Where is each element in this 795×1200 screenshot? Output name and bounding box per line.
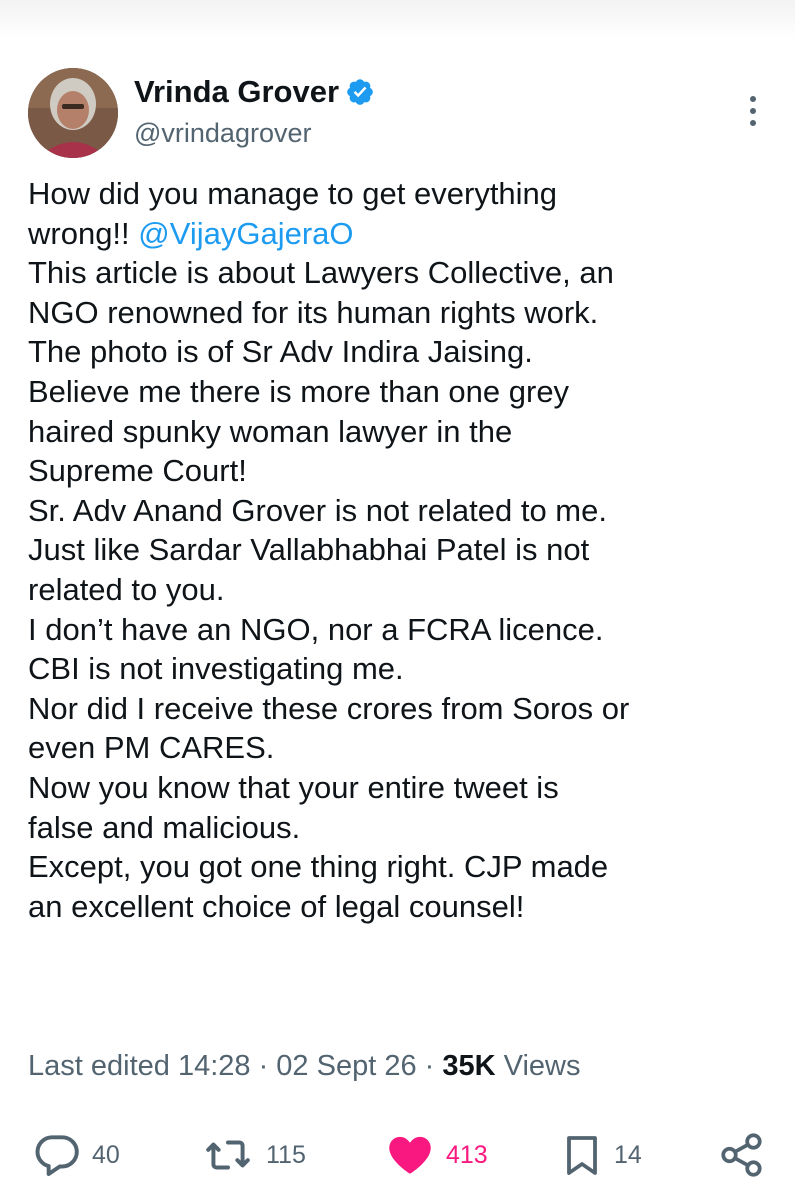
tweet-line: haired spunky woman lawyer in the: [28, 413, 513, 449]
tweet-line: even PM CARES.: [28, 730, 275, 766]
action-bar: 40 115 413 14: [0, 1125, 795, 1185]
display-name[interactable]: Vrinda Grover: [134, 74, 339, 110]
top-status-band: [0, 0, 795, 40]
bookmark-button[interactable]: 14: [558, 1125, 642, 1185]
tweet-line: Now you know that your entire tweet is: [28, 769, 559, 805]
share-button[interactable]: [716, 1125, 768, 1185]
tweet-line: Sr. Adv Anand Grover is not related to m…: [28, 492, 607, 528]
tweet-line: I don’t have an NGO, nor a FCRA licence.: [28, 611, 604, 647]
like-count: 413: [446, 1140, 488, 1169]
reply-icon: [30, 1130, 84, 1180]
verified-badge-icon: [345, 77, 375, 107]
tweet-line: Believe me there is more than one grey: [28, 373, 570, 409]
like-button[interactable]: 413: [382, 1125, 488, 1185]
tweet-line: Just like Sardar Vallabhabhai Patel is n…: [28, 532, 590, 568]
tweet-line: How did you manage to get everything: [28, 176, 558, 211]
tweet-line: This article is about Lawyers Collective…: [28, 255, 614, 291]
avatar[interactable]: [28, 68, 118, 158]
views-count: 35K: [442, 1050, 496, 1082]
tweet-line: wrong!! @VijayGajeraO: [28, 214, 778, 254]
views-label: Views: [495, 1050, 581, 1082]
name-row: Vrinda Grover: [134, 74, 375, 110]
meta-separator: ·: [250, 1050, 277, 1082]
tweet-text: How did you manage to get everything wro…: [28, 174, 778, 926]
share-icon: [716, 1130, 768, 1180]
tweet-line: CBI is not investigating me.: [28, 651, 404, 687]
tweet-meta: Last edited 14:28 · 02 Sept 26 · 35K Vie…: [28, 1050, 580, 1083]
tweet-line: related to you.: [28, 571, 225, 607]
mention-link[interactable]: @VijayGajeraO: [138, 216, 353, 251]
edited-timestamp[interactable]: Last edited 14:28: [28, 1050, 251, 1082]
reply-count: 40: [92, 1140, 120, 1169]
tweet-line-text: wrong!!: [28, 215, 139, 251]
repost-button[interactable]: 115: [198, 1125, 306, 1185]
bookmark-count: 14: [614, 1140, 642, 1169]
tweet-line: Except, you got one thing right. CJP mad…: [28, 849, 609, 885]
tweet-line: Supreme Court!: [28, 453, 247, 489]
repost-icon: [198, 1130, 258, 1180]
reply-button[interactable]: 40: [30, 1125, 120, 1185]
tweet-line: an excellent choice of legal counsel!: [28, 888, 525, 924]
tweet-line: false and malicious.: [28, 809, 301, 845]
tweet-header: Vrinda Grover @vrindagrover: [28, 64, 768, 158]
tweet-line: Nor did I receive these crores from Soro…: [28, 690, 630, 726]
tweet-date[interactable]: 02 Sept 26: [276, 1050, 416, 1082]
bookmark-icon: [558, 1130, 606, 1180]
username-handle[interactable]: @vrindagrover: [134, 118, 311, 149]
heart-icon: [382, 1130, 438, 1180]
more-vertical-icon[interactable]: [748, 96, 758, 132]
meta-separator: ·: [416, 1050, 443, 1082]
repost-count: 115: [266, 1140, 306, 1169]
tweet-line: NGO renowned for its human rights work.: [28, 294, 599, 330]
tweet-line: The photo is of Sr Adv Indira Jaising.: [28, 334, 533, 370]
